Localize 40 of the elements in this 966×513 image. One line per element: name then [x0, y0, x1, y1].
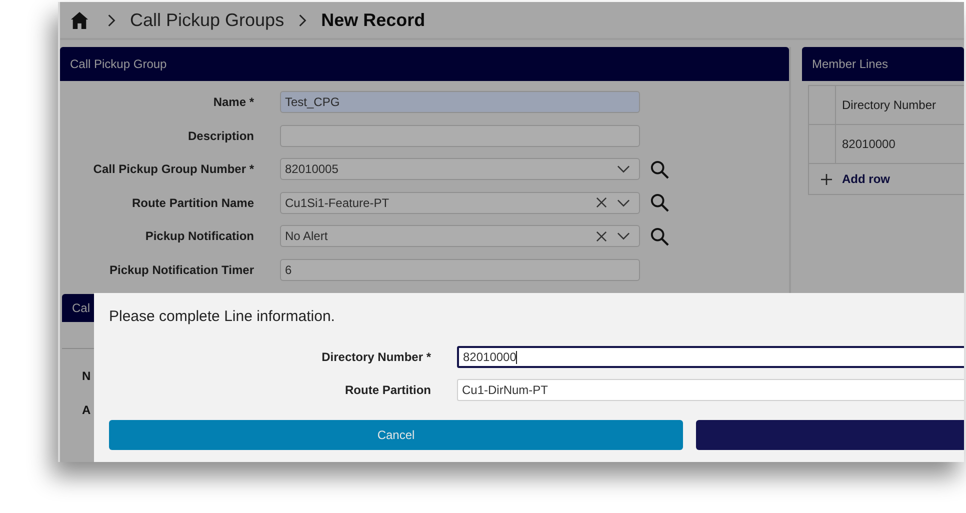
select-field[interactable]: 82010005	[280, 158, 640, 180]
select-field[interactable]: No Alert	[280, 225, 640, 247]
input-field[interactable]: 6	[280, 258, 640, 280]
field-label: N	[81, 368, 92, 382]
field-label: Description	[186, 128, 254, 142]
field-label: Name *	[212, 95, 254, 109]
panel-title: Member Lines	[812, 57, 888, 71]
table-cell-text: 82010000	[841, 136, 896, 153]
input-field[interactable]: Test_CPG	[280, 91, 640, 113]
input-field[interactable]	[280, 124, 640, 146]
chevron-right-icon	[298, 14, 308, 26]
field-label: Pickup Notification	[144, 229, 254, 243]
home-icon[interactable]	[70, 10, 89, 30]
field-label: Directory Number *	[320, 350, 431, 364]
field-label: A	[81, 402, 92, 416]
select-field[interactable]: Cu1Si1-Feature-PT	[280, 192, 640, 214]
plus-icon	[821, 174, 832, 184]
search-icon[interactable]	[650, 226, 669, 246]
input-field[interactable]: Cu1-DirNum-PT	[457, 379, 964, 401]
chevron-down-icon[interactable]	[617, 165, 630, 173]
input-field[interactable]: 82010000	[457, 346, 964, 368]
breadcrumb-item: New Record	[321, 10, 426, 30]
clear-icon[interactable]	[596, 230, 607, 242]
search-icon[interactable]	[650, 160, 669, 178]
panel-title: Call Pickup Group	[70, 57, 167, 71]
column-header: Directory Number	[841, 97, 938, 114]
field-label: Call Pickup Group Number *	[92, 162, 254, 176]
chevron-down-icon[interactable]	[617, 198, 630, 206]
cancel-button[interactable]: Cancel	[109, 420, 683, 450]
field-label: Route Partition Name	[130, 196, 254, 210]
chevron-down-icon[interactable]	[617, 232, 630, 240]
panel-title: Cal	[72, 300, 90, 314]
dialog-message: Please complete Line information.	[109, 308, 336, 325]
clear-icon[interactable]	[596, 197, 607, 208]
search-icon[interactable]	[650, 193, 669, 212]
add-row-button[interactable]: Add row	[809, 164, 964, 194]
field-label: Pickup Notification Timer	[108, 262, 254, 276]
field-label: Route Partition	[344, 383, 431, 397]
breadcrumb-item[interactable]: Call Pickup Groups	[130, 10, 284, 30]
chevron-right-icon	[107, 14, 116, 26]
